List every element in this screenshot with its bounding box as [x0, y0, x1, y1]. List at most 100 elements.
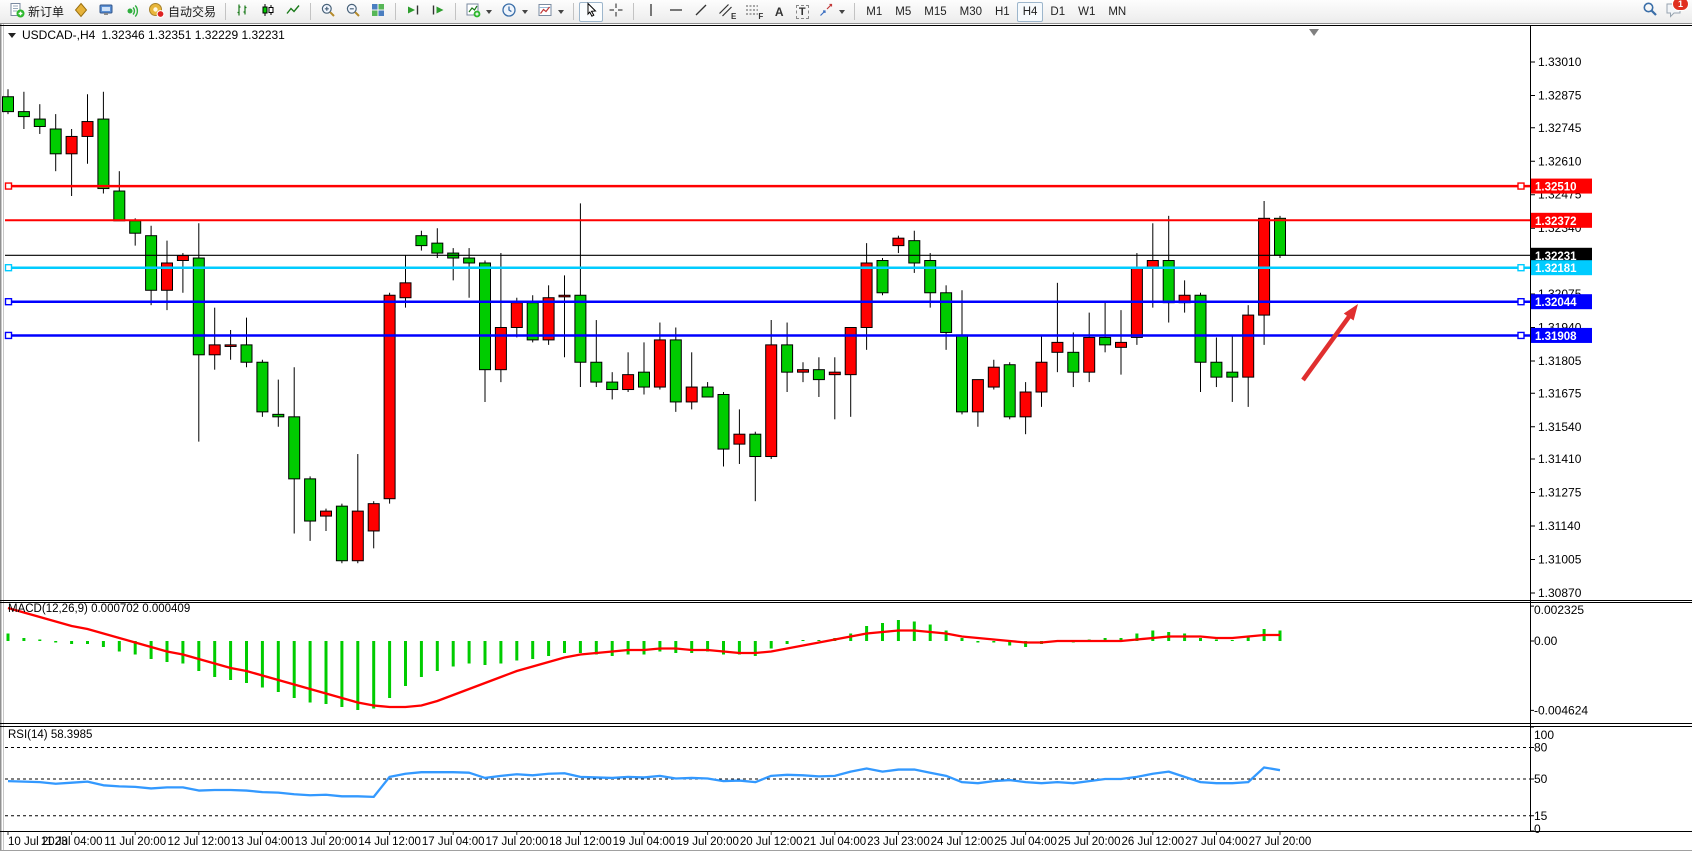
hline-handle-right[interactable]	[1518, 332, 1524, 338]
toolbar-separator	[455, 3, 456, 20]
candle-body	[1211, 362, 1222, 377]
chevron-down-icon	[558, 10, 564, 14]
toolbar-right-group: 1	[1641, 0, 1687, 23]
price-badge-label: 1.31908	[1535, 331, 1577, 343]
candle-body	[1100, 337, 1111, 344]
time-tick-label: 12 Jul 12:00	[167, 836, 230, 848]
hline-handle-left[interactable]	[6, 265, 12, 271]
candle-body	[336, 506, 347, 561]
candle-body	[177, 256, 188, 261]
arrows-tool-button[interactable]	[814, 2, 849, 22]
notification-badge: 1	[1672, 0, 1689, 11]
price-tick-label: 1.31005	[1538, 553, 1582, 567]
candle-body	[384, 295, 395, 498]
main-toolbar: 新订单 自动交易	[0, 0, 1692, 24]
timeframe-H1[interactable]: H1	[989, 2, 1016, 22]
timeframe-H4[interactable]: H4	[1017, 2, 1044, 22]
zoom-out-button[interactable]	[341, 2, 365, 22]
hline-handle-right[interactable]	[1518, 265, 1524, 271]
market-watch-icon	[98, 2, 114, 21]
trendline-tool-button[interactable]	[689, 2, 713, 22]
notifications-button[interactable]: 1	[1665, 1, 1683, 23]
candle-body	[1036, 362, 1047, 392]
candle-body	[241, 345, 252, 362]
candle-body	[623, 375, 634, 390]
candle-body	[225, 345, 236, 347]
bar-chart-button[interactable]	[231, 2, 255, 22]
candle-body	[368, 504, 379, 531]
rsi-tick-label: 50	[1534, 772, 1548, 786]
horizontal-line-tool-button[interactable]	[664, 2, 688, 22]
candle-body	[1195, 295, 1206, 362]
search-icon[interactable]	[1641, 0, 1659, 23]
candlestick-chart-button[interactable]	[256, 2, 280, 22]
price-tick-label: 1.32745	[1538, 121, 1582, 135]
timeframe-MN[interactable]: MN	[1102, 2, 1132, 22]
symbol-dropdown-icon[interactable]	[8, 33, 16, 38]
timeframe-W1[interactable]: W1	[1072, 2, 1101, 22]
periods-button[interactable]	[497, 2, 532, 22]
candle-body	[495, 327, 506, 369]
timeframe-M30[interactable]: M30	[954, 2, 988, 22]
tile-windows-button[interactable]	[366, 2, 390, 22]
signals-button[interactable]	[119, 2, 143, 22]
hline-handle-right[interactable]	[1518, 183, 1524, 189]
hline-handle-left[interactable]	[6, 299, 12, 305]
candle-body	[289, 417, 300, 479]
price-tick-label: 1.31540	[1538, 420, 1582, 434]
rsi-tick-label: 0	[1534, 822, 1541, 836]
zoom-in-button[interactable]	[316, 2, 340, 22]
autotrading-button[interactable]: 自动交易	[144, 2, 220, 22]
macd-tick-label: -0.004624	[1534, 703, 1588, 717]
chart-shift-button[interactable]	[426, 2, 450, 22]
text-tool-button[interactable]: A	[768, 2, 790, 22]
channel-icon	[718, 2, 732, 21]
trendline-icon	[693, 2, 709, 21]
profile-button[interactable]	[69, 2, 93, 22]
crosshair-tool-button[interactable]	[604, 2, 628, 22]
candle-body	[782, 345, 793, 372]
candle-body	[559, 295, 570, 297]
text-label-tool-button[interactable]: T	[791, 2, 813, 22]
toolbar-separator	[310, 3, 311, 20]
candle-body	[1084, 337, 1095, 372]
candle-body	[146, 236, 157, 291]
hline-handle-left[interactable]	[6, 183, 12, 189]
candle-body	[305, 479, 316, 521]
new-order-button[interactable]: 新订单	[5, 2, 68, 22]
candle-body	[893, 238, 904, 245]
time-tick-label: 19 Jul 20:00	[676, 836, 739, 848]
cursor-tool-button[interactable]	[579, 2, 603, 22]
clock-icon	[501, 2, 517, 21]
rsi-indicator-label: RSI(14) 58.3985	[8, 729, 92, 741]
timeframe-M5[interactable]: M5	[889, 2, 917, 22]
timeframe-D1[interactable]: D1	[1044, 2, 1071, 22]
price-tick-label: 1.31140	[1538, 519, 1581, 533]
timeframe-M1[interactable]: M1	[860, 2, 888, 22]
chart-ohlc-values: 1.32346 1.32351 1.32229 1.32231	[101, 28, 285, 42]
new-order-label: 新订单	[28, 3, 64, 20]
vertical-line-tool-button[interactable]	[639, 2, 663, 22]
hline-handle-left[interactable]	[6, 332, 12, 338]
chart-canvas[interactable]: 1.330101.328751.327451.326101.324751.323…	[0, 0, 1692, 851]
candle-body	[988, 367, 999, 387]
equidistant-channel-tool-button[interactable]: E	[714, 2, 740, 22]
market-watch-button[interactable]	[94, 2, 118, 22]
time-tick-label: 21 Jul 04:00	[803, 836, 866, 848]
fibonacci-tool-button[interactable]: F	[741, 2, 767, 22]
price-tick-label: 1.31805	[1538, 354, 1582, 368]
indicators-button[interactable]	[461, 2, 496, 22]
hline-handle-right[interactable]	[1518, 299, 1524, 305]
candle-body	[639, 372, 650, 387]
line-chart-button[interactable]	[281, 2, 305, 22]
templates-button[interactable]	[533, 2, 568, 22]
candle-body	[98, 119, 109, 188]
profile-icon	[73, 2, 89, 21]
time-tick-label: 14 Jul 12:00	[358, 836, 421, 848]
candle-body	[750, 434, 761, 456]
timeframe-M15[interactable]: M15	[918, 2, 952, 22]
chart-symbol: USDCAD-,H4	[22, 28, 95, 42]
auto-scroll-button[interactable]	[401, 2, 425, 22]
arrows-icon	[818, 2, 834, 21]
timeframe-group: M1M5M15M30H1H4D1W1MN	[860, 2, 1132, 22]
